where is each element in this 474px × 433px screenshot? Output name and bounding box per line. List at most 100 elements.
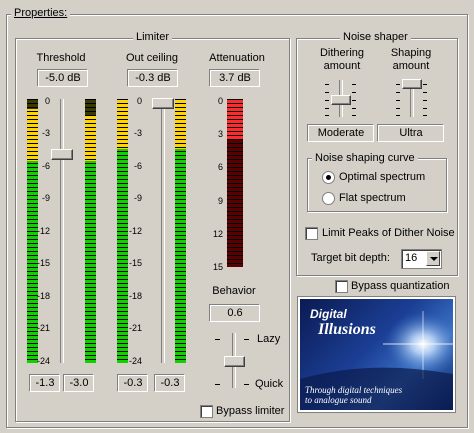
- limiter-group: [15, 38, 290, 422]
- digital-illusions-logo: Digital Illusions Through digital techni…: [298, 297, 455, 412]
- dithering-tick: [325, 100, 329, 101]
- shaping-tick: [396, 84, 400, 85]
- scale-label: -15: [36, 258, 50, 268]
- dithering-tick: [325, 92, 329, 93]
- dithering-value: Moderate: [308, 125, 374, 142]
- output-right-meter: [175, 99, 186, 363]
- att-scale-label: 9: [217, 196, 223, 206]
- dithering-tick: [352, 108, 356, 109]
- scale-label: -12: [128, 226, 142, 236]
- att-scale-label: 12: [212, 229, 223, 239]
- limit-peaks-label[interactable]: Limit Peaks of Dither Noise: [322, 227, 455, 240]
- behavior-tick: [215, 339, 220, 340]
- scale-label: -24: [128, 356, 142, 366]
- target-bit-depth-select[interactable]: 16: [401, 249, 442, 269]
- input-right-meter: [85, 99, 96, 363]
- properties-title: Properties:: [11, 7, 71, 19]
- noise-shaper-title: Noise shaper: [340, 31, 411, 43]
- lazy-label: Lazy: [257, 333, 281, 345]
- dithering-label: Dithering amount: [312, 47, 372, 73]
- outceiling-value: -0.3 dB: [128, 70, 178, 87]
- scale-label: -6: [41, 161, 50, 171]
- dithering-tick: [325, 108, 329, 109]
- shaping-label: Shaping amount: [381, 47, 441, 73]
- shaping-tick: [396, 108, 400, 109]
- shaping-tick: [423, 84, 427, 85]
- shaping-tick: [396, 92, 400, 93]
- scale-label: -24: [36, 356, 50, 366]
- scale-label: -12: [36, 226, 50, 236]
- scale-label: -6: [133, 161, 142, 171]
- quick-label: Quick: [255, 378, 284, 390]
- dithering-tick: [325, 115, 329, 116]
- scale-label: -3: [41, 128, 50, 138]
- threshold-slider-thumb[interactable]: [51, 149, 73, 160]
- logo-title-2: Illusions: [318, 321, 376, 338]
- outceiling-slider-thumb[interactable]: [152, 98, 174, 109]
- behavior-tick: [244, 339, 249, 340]
- chevron-down-icon[interactable]: [426, 251, 440, 266]
- dithering-slider-thumb[interactable]: [331, 95, 351, 105]
- shaping-label-line1: Shaping: [390, 47, 432, 59]
- shaping-label-line2: amount: [392, 60, 430, 72]
- shaping-value: Ultra: [378, 125, 444, 142]
- threshold-value: -5.0 dB: [38, 70, 88, 87]
- scale-label: -15: [128, 258, 142, 268]
- limiter-title: Limiter: [133, 31, 173, 43]
- bypass-quantization-label[interactable]: Bypass quantization: [351, 280, 449, 293]
- shaping-slider-thumb[interactable]: [402, 79, 422, 89]
- peak-left-out: -0.3: [118, 375, 148, 392]
- outceiling-slider-track[interactable]: [161, 99, 165, 363]
- behavior-label: Behavior: [212, 285, 256, 297]
- shaping-tick: [423, 100, 427, 101]
- shaping-tick: [396, 100, 400, 101]
- att-scale-label: 15: [212, 262, 223, 272]
- scale-label: -18: [36, 291, 50, 301]
- scale-label: -9: [133, 193, 142, 203]
- flat-spectrum-radio[interactable]: [322, 192, 335, 205]
- attenuation-label: Attenuation: [209, 52, 265, 64]
- attenuation-meter: [227, 99, 243, 267]
- dithering-tick: [352, 115, 356, 116]
- attenuation-value: 3.7 dB: [210, 70, 260, 87]
- shaping-tick: [423, 108, 427, 109]
- att-scale-label: 3: [217, 129, 223, 139]
- scale-label: -21: [36, 323, 50, 333]
- behavior-tick: [244, 384, 249, 385]
- threshold-slider-track[interactable]: [60, 99, 64, 363]
- bypass-quantization-checkbox[interactable]: [335, 280, 348, 293]
- logo-tagline-1: Through digital techniques: [305, 385, 403, 395]
- behavior-value: 0.6: [210, 305, 260, 322]
- peak-right-in: -3.0: [64, 375, 94, 392]
- logo-title-1: Digital: [310, 307, 347, 321]
- dithering-tick: [352, 92, 356, 93]
- peak-right-out: -0.3: [155, 375, 185, 392]
- dithering-tick: [352, 84, 356, 85]
- bypass-limiter-label[interactable]: Bypass limiter: [216, 405, 284, 418]
- dithering-label-line1: Dithering: [319, 47, 365, 59]
- scale-label: 0: [136, 96, 142, 106]
- target-bit-depth-value: 16: [405, 252, 418, 264]
- logo-tagline-2: to analogue sound: [305, 395, 372, 405]
- shaping-tick: [396, 115, 400, 116]
- bypass-limiter-checkbox[interactable]: [200, 405, 213, 418]
- threshold-label: Threshold: [36, 52, 86, 64]
- dithering-label-line2: amount: [323, 60, 361, 72]
- peak-left-in: -1.3: [30, 375, 60, 392]
- scale-label: -18: [128, 291, 142, 301]
- flat-spectrum-label[interactable]: Flat spectrum: [339, 192, 406, 205]
- behavior-slider-thumb[interactable]: [224, 356, 245, 367]
- optimal-spectrum-label[interactable]: Optimal spectrum: [339, 171, 425, 184]
- optimal-spectrum-radio[interactable]: [322, 171, 335, 184]
- target-bit-depth-label: Target bit depth:: [311, 252, 390, 264]
- curve-title: Noise shaping curve: [312, 152, 418, 164]
- att-scale-label: 6: [217, 162, 223, 172]
- dithering-tick: [325, 84, 329, 85]
- outceiling-label: Out ceiling: [126, 52, 178, 64]
- dithering-tick: [352, 100, 356, 101]
- scale-label: 0: [44, 96, 50, 106]
- scale-label: -21: [128, 323, 142, 333]
- scale-label: -9: [41, 193, 50, 203]
- limit-peaks-checkbox[interactable]: [305, 227, 318, 240]
- behavior-tick: [215, 384, 220, 385]
